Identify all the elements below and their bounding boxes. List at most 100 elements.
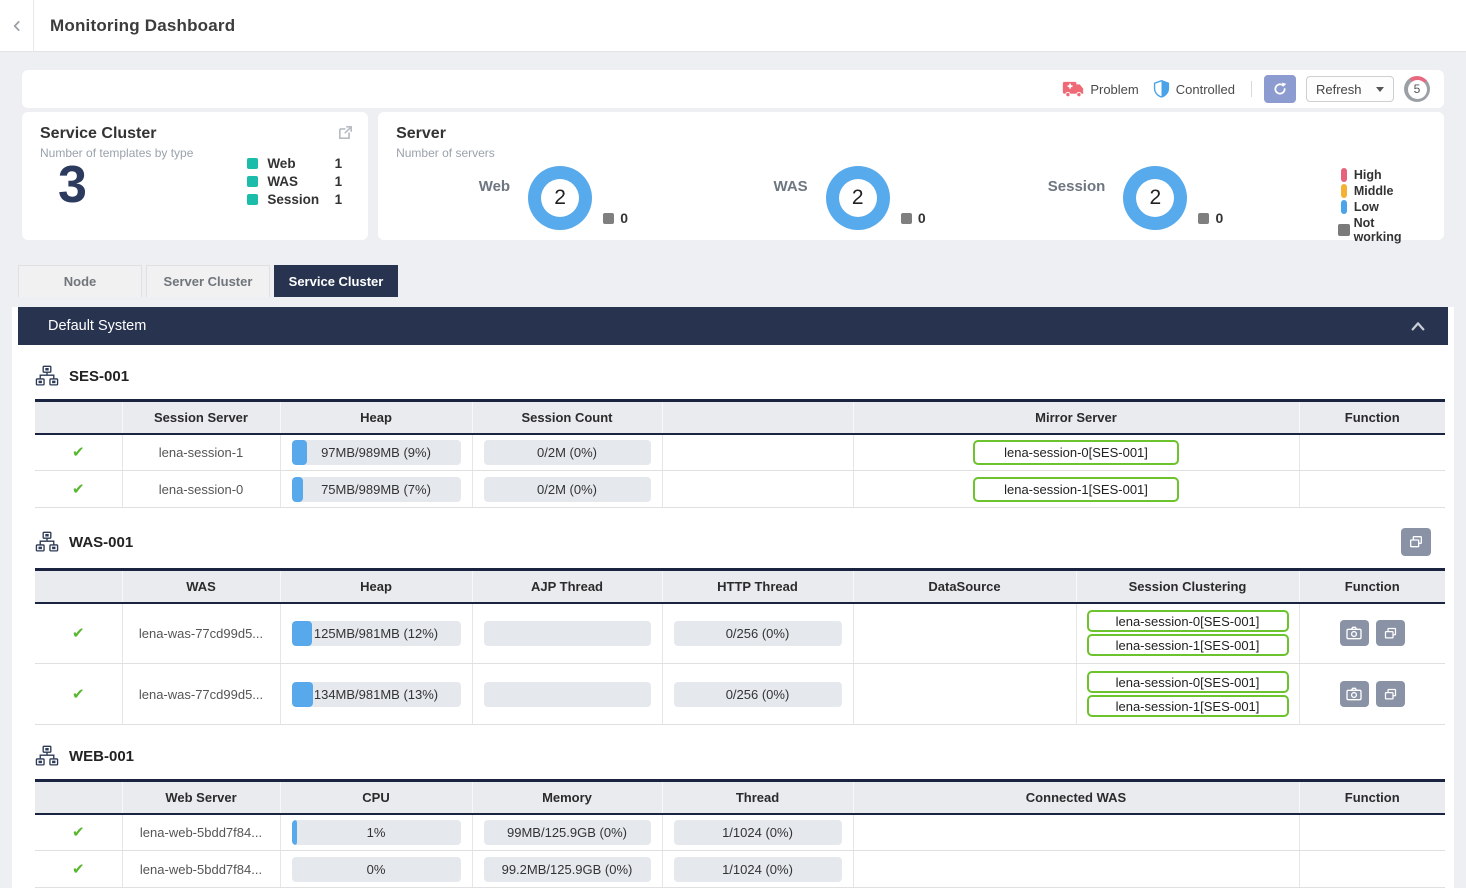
offline-count: 0 <box>1215 210 1223 226</box>
column-header: Mirror Server <box>853 401 1299 434</box>
donut-label: WAS <box>746 178 808 195</box>
donut-value: 2 <box>1136 179 1174 217</box>
was-donut-chart: 2 <box>826 166 890 230</box>
table-header-row: Session Server Heap Session Count Mirror… <box>35 401 1445 434</box>
high-status-icon <box>1341 168 1347 182</box>
session-donut-chart: 2 <box>1123 166 1187 230</box>
status-legend: High Middle Low Not working <box>1341 168 1424 244</box>
column-header: CPU <box>280 781 472 814</box>
cpu-gauge: 0% <box>292 857 461 882</box>
status-ok-icon: ✔ <box>72 444 85 461</box>
snapshot-button[interactable] <box>1340 681 1369 707</box>
column-header <box>35 570 122 603</box>
status-ok-icon: ✔ <box>72 481 85 498</box>
server-card: Server Number of servers Web 2 0 WAS 2 0… <box>378 112 1444 240</box>
legend-label: Session <box>267 192 319 207</box>
legend-label: Low <box>1354 200 1379 214</box>
page-title: Monitoring Dashboard <box>50 16 235 36</box>
column-header: Session Count <box>472 401 662 434</box>
was-table: WAS Heap AJP Thread HTTP Thread DataSour… <box>35 568 1445 725</box>
memory-gauge: 99MB/125.9GB (0%) <box>484 820 651 845</box>
tab-node[interactable]: Node <box>18 265 142 297</box>
column-header: HTTP Thread <box>662 570 853 603</box>
view-tabs: Node Server Cluster Service Cluster <box>18 265 1466 297</box>
low-status-icon <box>1341 200 1347 214</box>
tab-service-cluster[interactable]: Service Cluster <box>274 265 398 297</box>
toolbar: Problem Controlled Refresh 5 <box>22 70 1444 108</box>
heap-gauge: 125MB/981MB (12%) <box>292 621 461 646</box>
ambulance-icon <box>1062 81 1084 98</box>
tab-server-cluster[interactable]: Server Cluster <box>146 265 270 297</box>
section-ses-001: SES-001 Session Server Heap Session Coun… <box>35 345 1431 508</box>
column-header: Session Clustering <box>1076 570 1299 603</box>
external-link-icon[interactable] <box>337 124 354 146</box>
problem-label: Problem <box>1090 82 1138 97</box>
refresh-icon <box>1272 81 1288 97</box>
service-cluster-card: Service Cluster Number of templates by t… <box>22 112 368 240</box>
mirror-server-badge[interactable]: lena-session-1[SES-001] <box>973 477 1179 502</box>
column-header: Memory <box>472 781 662 814</box>
back-button[interactable] <box>0 0 34 52</box>
server-card-subtitle: Number of servers <box>396 146 1426 160</box>
refresh-button[interactable] <box>1264 75 1296 103</box>
column-header <box>662 401 853 434</box>
table-row: ✔ lena-web-5bdd7f84... 0% 99.2MB/125.9GB… <box>35 851 1445 888</box>
column-header: Web Server <box>122 781 280 814</box>
multi-window-button[interactable] <box>1376 681 1405 707</box>
refresh-select-label: Refresh <box>1316 82 1362 97</box>
status-ok-icon: ✔ <box>72 861 85 878</box>
donut-value: 2 <box>541 179 579 217</box>
multi-window-button[interactable] <box>1376 620 1405 646</box>
camera-icon <box>1346 626 1362 640</box>
controlled-label: Controlled <box>1176 82 1235 97</box>
teal-chip-icon <box>247 194 258 205</box>
web-donut-chart: 2 <box>528 166 592 230</box>
session-clustering-badge[interactable]: lena-session-1[SES-001] <box>1087 634 1289 656</box>
ajp-thread-gauge <box>484 621 651 646</box>
was-name: lena-was-77cd99d5... <box>122 603 280 664</box>
table-header-row: Web Server CPU Memory Thread Connected W… <box>35 781 1445 814</box>
shield-icon <box>1153 80 1170 98</box>
column-header: Function <box>1299 781 1445 814</box>
http-thread-gauge: 0/256 (0%) <box>674 682 842 707</box>
open-all-windows-button[interactable] <box>1401 528 1431 556</box>
column-header: Session Server <box>122 401 280 434</box>
app-header: Monitoring Dashboard <box>0 0 1466 52</box>
column-header: Heap <box>280 570 472 603</box>
session-clustering-badge[interactable]: lena-session-0[SES-001] <box>1087 610 1289 632</box>
http-thread-gauge: 0/256 (0%) <box>674 621 842 646</box>
column-header <box>35 401 122 434</box>
column-header: AJP Thread <box>472 570 662 603</box>
template-type-legend: Web 1 WAS 1 Session 1 <box>247 156 342 207</box>
teal-chip-icon <box>247 176 258 187</box>
refresh-interval-select[interactable]: Refresh <box>1306 76 1394 102</box>
refresh-countdown-badge: 5 <box>1404 76 1430 102</box>
session-server-name: lena-session-0 <box>122 471 280 508</box>
heap-gauge: 75MB/989MB (7%) <box>292 477 461 502</box>
session-clustering-badge[interactable]: lena-session-1[SES-001] <box>1087 695 1289 717</box>
memory-gauge: 99.2MB/125.9GB (0%) <box>484 857 651 882</box>
status-ok-icon: ✔ <box>72 625 85 642</box>
cluster-icon <box>35 745 59 767</box>
column-header: DataSource <box>853 570 1076 603</box>
middle-status-icon <box>1341 184 1347 198</box>
mirror-server-badge[interactable]: lena-session-0[SES-001] <box>973 440 1179 465</box>
heap-gauge: 134MB/981MB (13%) <box>292 682 461 707</box>
multi-window-icon <box>1383 626 1398 641</box>
collapse-button[interactable] <box>1410 320 1426 332</box>
table-row: ✔ lena-was-77cd99d5... 134MB/981MB (13%)… <box>35 664 1445 725</box>
problem-legend: Problem <box>1062 81 1138 98</box>
was-name: lena-was-77cd99d5... <box>122 664 280 725</box>
section-title-text: SES-001 <box>69 368 129 385</box>
table-header-row: WAS Heap AJP Thread HTTP Thread DataSour… <box>35 570 1445 603</box>
web-server-name: lena-web-5bdd7f84... <box>122 814 280 851</box>
session-count-gauge: 0/2M (0%) <box>484 440 651 465</box>
datasource-cell <box>853 603 1076 664</box>
thread-gauge: 1/1024 (0%) <box>674 857 842 882</box>
ajp-thread-gauge <box>484 682 651 707</box>
heap-gauge: 97MB/989MB (9%) <box>292 440 461 465</box>
section-title-text: WEB-001 <box>69 748 134 765</box>
status-ok-icon: ✔ <box>72 686 85 703</box>
session-clustering-badge[interactable]: lena-session-0[SES-001] <box>1087 671 1289 693</box>
snapshot-button[interactable] <box>1340 620 1369 646</box>
